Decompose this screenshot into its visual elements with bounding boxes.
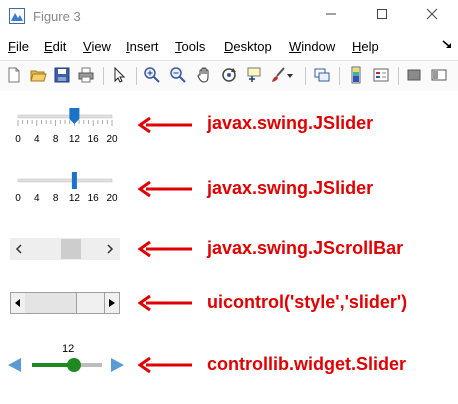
open-file-icon[interactable] [29,66,47,84]
left-arrow-icon [15,299,20,307]
scrollbar-thumb[interactable] [61,239,81,259]
toolbar-separator [398,67,399,85]
menu-window[interactable]: Window [289,39,335,54]
tick-label: 0 [15,193,21,204]
figure-canvas: 0 4 8 12 16 20 0 4 8 12 16 20 12 javax.s… [0,91,458,404]
show-plot-tools-icon[interactable] [430,66,448,84]
menu-insert[interactable]: Insert [126,39,159,54]
tick-label: 8 [52,193,59,204]
menu-desktop[interactable]: Desktop [224,39,272,54]
window-title: Figure 3 [33,9,81,24]
legend-icon[interactable] [372,66,390,84]
jslider-2[interactable] [10,169,122,193]
new-figure-icon[interactable] [5,66,23,84]
tick-label: 20 [106,134,118,145]
maximize-icon [377,9,387,19]
jscrollbar[interactable] [10,238,120,260]
uicontrol-left-button[interactable] [11,293,26,313]
tick-label: 20 [106,193,118,204]
label-jscrollbar: javax.swing.JScrollBar [207,238,404,258]
toolbar-separator [103,67,104,85]
menu-help[interactable]: Help [352,39,379,54]
tick-label: 4 [34,193,40,204]
zoom-in-icon[interactable] [143,66,161,84]
red-arrow-icon [138,294,192,312]
colorbar-icon[interactable] [347,66,365,84]
title-bar: Figure 3 [0,0,458,34]
figure-toolbar [0,60,458,92]
tick-label: 16 [87,134,99,145]
tick-label: 12 [68,193,80,204]
label-uicontrol: uicontrol('style','slider') [207,292,408,312]
brush-icon[interactable] [269,66,287,84]
toolbar-separator [136,67,137,85]
slider-ticks [17,120,113,126]
zoom-out-icon[interactable] [169,66,187,84]
label-jslider-1: javax.swing.JSlider [207,113,374,133]
tick-label: 4 [34,134,40,145]
minimize-button[interactable] [317,4,345,28]
label-jslider-2: javax.swing.JSlider [207,178,374,198]
brush-dropdown-icon[interactable] [286,66,294,84]
tick-label: 12 [68,134,80,145]
pointer-icon[interactable] [110,66,128,84]
scroll-right-icon[interactable] [105,243,115,255]
close-icon [426,8,438,20]
rotate-3d-icon[interactable] [220,66,238,84]
link-plot-icon[interactable] [313,66,331,84]
red-arrow-icon [138,180,192,198]
slider-thumb[interactable] [69,108,80,124]
uicontrol-thumb[interactable] [25,293,77,313]
menu-tools[interactable]: Tools [175,39,205,54]
toolbar-separator [305,67,306,85]
uicontrol-slider[interactable] [10,292,120,314]
close-button[interactable] [418,4,446,28]
save-icon[interactable] [53,66,71,84]
red-arrow-icon [138,116,192,134]
menu-file[interactable]: File [8,39,29,54]
slider-thumb[interactable] [67,358,81,372]
right-arrow-icon [109,299,115,307]
red-arrow-icon [138,356,192,374]
menu-bar: File Edit View Insert Tools Desktop Wind… [0,36,458,58]
controllib-slider[interactable] [8,354,124,376]
red-arrow-icon [138,240,192,258]
scroll-left-icon[interactable] [14,243,24,255]
tick-label: 8 [52,134,59,145]
pan-icon[interactable] [195,66,213,84]
hide-plot-tools-icon[interactable] [405,66,423,84]
menu-edit[interactable]: Edit [44,39,66,54]
dock-arrow-icon[interactable] [441,38,453,50]
print-icon[interactable] [77,66,95,84]
decrement-arrow-icon[interactable] [8,358,21,372]
slider-thumb[interactable] [71,172,77,189]
menu-view[interactable]: View [83,39,111,54]
minimize-icon [326,13,336,15]
matlab-figure-icon [9,8,25,24]
label-controllib: controllib.widget.Slider [207,354,407,374]
increment-arrow-icon[interactable] [111,358,124,372]
maximize-button[interactable] [368,4,396,28]
tick-label: 16 [87,193,99,204]
uicontrol-right-button[interactable] [104,293,119,313]
toolbar-separator [339,67,340,85]
jslider-1[interactable] [10,105,122,129]
tick-label: 0 [15,134,21,145]
data-cursor-icon[interactable] [245,66,263,84]
